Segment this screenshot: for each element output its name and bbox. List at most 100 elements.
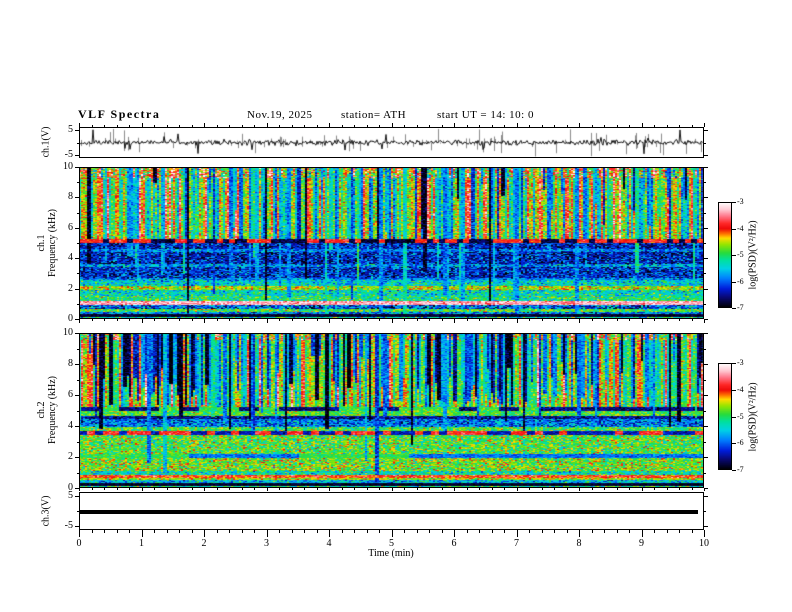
x-major-tick [516,488,518,491]
y-tick-label: -5 [64,520,73,532]
y-major-tick [704,488,708,489]
x-minor-tick [179,319,180,321]
x-minor-tick [166,530,168,533]
x-minor-tick [479,125,480,127]
x-minor-tick [541,530,543,533]
x-minor-tick [679,319,680,321]
x-minor-tick [191,319,193,321]
y-major-tick [704,426,708,427]
x-minor-tick [216,488,218,490]
x-minor-tick [116,125,118,127]
x-minor-tick [354,488,355,490]
x-minor-tick [91,125,93,127]
x-minor-tick [566,530,568,533]
y-major-tick [75,167,79,168]
x-minor-tick [116,319,118,321]
y-tick-label: 5 [68,124,73,135]
y-major-tick [75,155,79,156]
x-minor-tick [629,125,630,127]
ch1-waveform-canvas [79,127,704,158]
x-major-tick [704,530,705,537]
colorbar-tick [732,202,736,203]
x-minor-tick [554,488,555,490]
y-tick-label: 4 [68,420,73,431]
x-minor-tick [354,530,355,533]
colorbar-tick-label: -6 [737,276,744,286]
x-major-tick [516,530,518,537]
y-major-tick [75,319,79,320]
x-minor-tick [566,319,568,321]
x-major-tick [141,319,143,323]
y-major-tick [704,197,708,199]
x-major-tick [391,530,393,537]
ch1-frequency-axis-label: ch.1 Frequency (kHz) [36,209,58,277]
x-minor-tick [341,125,343,127]
x-minor-tick [629,530,630,533]
ch2-label: ch.2 [36,401,47,419]
x-minor-tick [566,125,568,127]
x-minor-tick [179,488,180,490]
x-minor-tick [491,530,493,533]
x-minor-tick [379,319,380,321]
x-minor-tick [541,319,543,321]
x-minor-tick [604,488,605,490]
x-minor-tick [241,319,243,321]
y-major-tick [75,495,79,497]
colorbar-tick [732,308,736,309]
x-major-tick [579,530,580,537]
figure-title: VLF Spectra [78,107,161,121]
x-minor-tick [191,530,193,533]
x-minor-tick [316,319,318,321]
x-minor-tick [654,319,655,321]
x-minor-tick [291,488,293,490]
x-minor-tick [379,488,380,490]
x-minor-tick [304,530,305,533]
y-major-tick [704,333,708,334]
x-minor-tick [154,319,155,321]
colorbar-tick-label: -5 [737,250,744,259]
x-tick-label: 1 [139,538,144,549]
y-major-tick [75,526,79,528]
y-tick-label: 8 [68,358,73,369]
y-minor-tick [77,348,79,350]
y-tick-label: -5 [64,149,73,160]
x-minor-tick [254,530,255,533]
x-major-tick [579,488,580,491]
x-major-tick [329,319,330,323]
x-minor-tick [116,488,118,490]
x-minor-tick [104,488,105,490]
y-major-tick [75,395,79,396]
x-minor-tick [666,530,668,533]
x-minor-tick [404,488,405,490]
x-minor-tick [691,125,693,127]
colorbar-tick [732,416,736,418]
x-minor-tick [466,530,468,533]
x-tick-label: 9 [639,538,644,549]
x-minor-tick [354,319,355,321]
x-major-tick [79,319,80,323]
y-minor-tick [77,273,79,275]
x-major-tick [79,530,80,537]
x-minor-tick [316,125,318,127]
x-minor-tick [416,530,418,533]
colorbar-tick [732,389,736,391]
station-label: station= ATH [341,109,407,121]
x-major-tick [141,530,143,537]
x-minor-tick [654,125,655,127]
x-major-tick [329,123,330,127]
x-minor-tick [654,530,655,533]
colorbar-tick [732,255,736,256]
x-minor-tick [441,125,443,127]
y-major-tick [704,457,708,458]
x-major-tick [204,123,205,127]
x-minor-tick [241,530,243,533]
x-major-tick [266,488,268,491]
ch2-spectrogram-canvas [79,333,704,488]
x-minor-tick [104,530,105,533]
x-minor-tick [154,530,155,533]
x-minor-tick [479,530,480,533]
x-major-tick [454,319,455,323]
x-minor-tick [504,530,505,533]
x-minor-tick [466,125,468,127]
y-tick-label: 10 [63,161,73,172]
